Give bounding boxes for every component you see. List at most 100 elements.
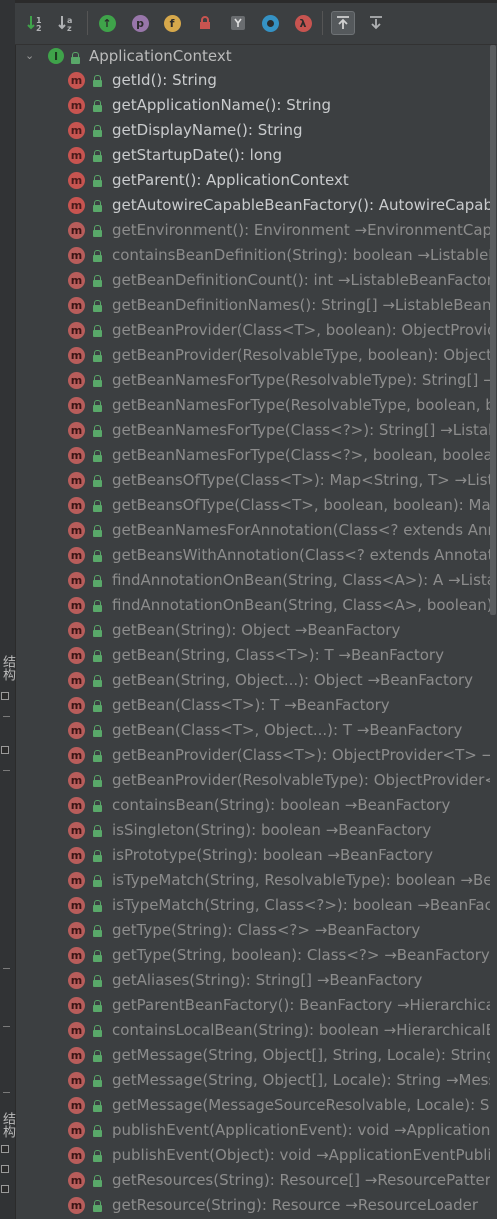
method-label: containsBeanDefinition(String): boolean … xyxy=(112,245,497,265)
public-lock-icon xyxy=(93,275,102,287)
method-row[interactable]: m getBeanProvider(Class<T>, boolean): Obj… xyxy=(15,318,497,343)
method-row[interactable]: m getResource(String): Resource →Resource… xyxy=(15,1193,497,1218)
method-row[interactable]: m getAutowireCapableBeanFactory(): Autowi… xyxy=(15,193,497,218)
method-row[interactable]: m isTypeMatch(String, Class<?>): boolean … xyxy=(15,893,497,918)
method-row[interactable]: m getBeanProvider(ResolvableType, boolean… xyxy=(15,343,497,368)
method-signature: isPrototype(String): boolean xyxy=(112,846,328,864)
public-lock-icon xyxy=(93,700,102,712)
method-row[interactable]: m getBeansWithAnnotation(Class<? extends … xyxy=(15,543,497,568)
method-row[interactable]: m getBean(String, Object...): Object →Bea… xyxy=(15,668,497,693)
method-row[interactable]: m getBeansOfType(Class<T>): Map<String, T… xyxy=(15,468,497,493)
method-row[interactable]: m getBean(Class<T>): T →BeanFactory xyxy=(15,693,497,718)
declaring-type: BeanFactory xyxy=(296,696,390,714)
panel-mark-icon xyxy=(1,1165,9,1173)
vertical-scrollbar[interactable] xyxy=(490,45,497,1219)
method-row[interactable]: m isPrototype(String): boolean →BeanFacto… xyxy=(15,843,497,868)
method-row[interactable]: m containsBeanDefinition(String): boolean… xyxy=(15,243,497,268)
inherited-arrow: → xyxy=(396,996,410,1014)
method-label: getBeansOfType(Class<T>): Map<String, T>… xyxy=(112,470,497,490)
show-non-public-button[interactable] xyxy=(193,11,217,35)
svg-text:z: z xyxy=(67,24,72,32)
method-row[interactable]: m getBeanProvider(ResolvableType): Object… xyxy=(15,768,497,793)
method-label: getMessage(MessageSourceResolvable, Loca… xyxy=(112,1095,497,1115)
method-icon: m xyxy=(68,1197,85,1214)
divider xyxy=(3,968,10,969)
autoscroll-to-source-button[interactable] xyxy=(331,11,355,35)
method-signature: getStartupDate(): long xyxy=(112,146,283,164)
sort-by-visibility-button[interactable]: 1 2 xyxy=(24,11,48,35)
method-signature: getBeanProvider(ResolvableType): ObjectP… xyxy=(112,771,497,789)
method-row[interactable]: m publishEvent(ApplicationEvent): void →A… xyxy=(15,1118,497,1143)
method-row[interactable]: m getApplicationName(): String xyxy=(15,93,497,118)
method-row[interactable]: m containsLocalBean(String): boolean →Hie… xyxy=(15,1018,497,1043)
method-icon: m xyxy=(68,122,85,139)
show-lambdas-button[interactable]: λ xyxy=(291,11,315,35)
method-row[interactable]: m getType(String, boolean): Class<?> →Bea… xyxy=(15,943,497,968)
method-label: getType(String): Class<?> →BeanFactory xyxy=(112,920,420,940)
public-lock-icon xyxy=(93,350,102,362)
method-row[interactable]: m getDisplayName(): String xyxy=(15,118,497,143)
method-row[interactable]: m getParentBeanFactory(): BeanFactory →Hi… xyxy=(15,993,497,1018)
public-lock-icon xyxy=(93,325,102,337)
method-icon: m xyxy=(68,1047,85,1064)
method-row[interactable]: m findAnnotationOnBean(String, Class<A>, … xyxy=(15,593,497,618)
method-row[interactable]: m getParent(): ApplicationContext xyxy=(15,168,497,193)
structure-side-tab-label[interactable]: 结构 xyxy=(0,655,15,681)
method-row[interactable]: m getBeanDefinitionNames(): String[] →Lis… xyxy=(15,293,497,318)
inherited-arrow: → xyxy=(440,421,453,439)
method-row[interactable]: m getBeanProvider(Class<T>): ObjectProvid… xyxy=(15,743,497,768)
scrollbar-thumb[interactable] xyxy=(490,45,496,615)
sort-alpha-icon: a z xyxy=(58,16,72,32)
method-icon: m xyxy=(68,647,85,664)
show-hierarchy-button[interactable] xyxy=(226,11,250,35)
method-icon: m xyxy=(68,1172,85,1189)
method-row[interactable]: m getAliases(String): String[] →BeanFacto… xyxy=(15,968,497,993)
method-signature: getBean(String, Class<T>): T xyxy=(112,646,339,664)
method-row[interactable]: m getEnvironment(): Environment →Environm… xyxy=(15,218,497,243)
method-row[interactable]: m isSingleton(String): boolean →BeanFacto… xyxy=(15,818,497,843)
method-row[interactable]: m getMessage(String, Object[], Locale): S… xyxy=(15,1068,497,1093)
method-row[interactable]: m findAnnotationOnBean(String, Class<A>):… xyxy=(15,568,497,593)
sort-alphabetically-button[interactable]: a z xyxy=(55,11,79,35)
method-row[interactable]: m publishEvent(Object): void →Application… xyxy=(15,1143,497,1168)
inherited-arrow: → xyxy=(417,896,430,914)
method-row[interactable]: m getBeanNamesForType(ResolvableType, boo… xyxy=(15,393,497,418)
method-row[interactable]: m getBean(String, Class<T>): T →BeanFacto… xyxy=(15,643,497,668)
method-icon: m xyxy=(68,1147,85,1164)
method-row[interactable]: m containsBean(String): boolean →BeanFact… xyxy=(15,793,497,818)
method-label: containsBean(String): boolean →BeanFacto… xyxy=(112,795,450,815)
show-anonymous-button[interactable] xyxy=(258,11,282,35)
public-lock-icon xyxy=(93,200,102,212)
method-label: getDisplayName(): String xyxy=(112,120,302,140)
public-lock-icon xyxy=(93,1175,102,1187)
method-row[interactable]: m isTypeMatch(String, ResolvableType): bo… xyxy=(15,868,497,893)
method-row[interactable]: m getBeanNamesForType(ResolvableType): St… xyxy=(15,368,497,393)
left-tool-strip: 结构 结构 xyxy=(0,0,16,1219)
show-inherited-button[interactable]: ↑ xyxy=(95,11,119,35)
declaring-type: BeanFactory xyxy=(329,971,423,989)
structure-side-tab-label-2[interactable]: 结构 xyxy=(0,1112,15,1138)
show-fields-button[interactable]: f xyxy=(160,11,184,35)
method-row[interactable]: m getBeanNamesForAnnotation(Class<? exten… xyxy=(15,518,497,543)
method-row[interactable]: m getBeanDefinitionCount(): int →Listable… xyxy=(15,268,497,293)
autoscroll-from-source-button[interactable] xyxy=(364,11,388,35)
public-lock-icon xyxy=(93,1050,102,1062)
method-row[interactable]: m getMessage(MessageSourceResolvable, Loc… xyxy=(15,1093,497,1118)
method-label: getBeansWithAnnotation(Class<? extends A… xyxy=(112,545,497,565)
method-row[interactable]: m getBeanNamesForType(Class<?>, boolean, … xyxy=(15,443,497,468)
method-row[interactable]: m getBean(String): Object →BeanFactory xyxy=(15,618,497,643)
chevron-down-icon[interactable]: ⌄ xyxy=(25,49,34,62)
method-row[interactable]: m getBean(Class<T>, Object...): T →BeanFa… xyxy=(15,718,497,743)
tree-root-node[interactable]: ⌄ I ApplicationContext xyxy=(15,45,497,67)
method-row[interactable]: m getMessage(String, Object[], String, Lo… xyxy=(15,1043,497,1068)
show-properties-button[interactable]: p xyxy=(128,11,152,35)
method-row[interactable]: m getResources(String): Resource[] →Resou… xyxy=(15,1168,497,1193)
method-row[interactable]: m getBeansOfType(Class<T>, boolean, boole… xyxy=(15,493,497,518)
method-icon: m xyxy=(68,1122,85,1139)
method-row[interactable]: m getType(String): Class<?> →BeanFactory xyxy=(15,918,497,943)
method-row[interactable]: m getId(): String xyxy=(15,68,497,93)
public-lock-icon xyxy=(93,825,102,837)
method-row[interactable]: m getStartupDate(): long xyxy=(15,143,497,168)
method-signature: getBeanNamesForType(Class<?>): String[] xyxy=(112,421,441,439)
method-row[interactable]: m getBeanNamesForType(Class<?>): String[]… xyxy=(15,418,497,443)
